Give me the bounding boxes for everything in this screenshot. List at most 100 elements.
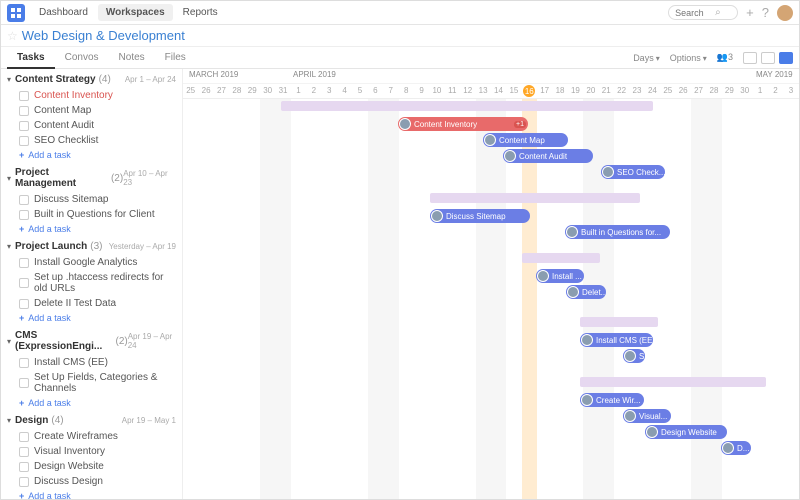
gantt-bar[interactable]: D...	[721, 441, 751, 455]
checkbox[interactable]	[19, 447, 29, 457]
app-logo[interactable]	[7, 4, 25, 22]
gantt-bar[interactable]: Discuss Sitemap	[430, 209, 530, 223]
task-row[interactable]: Discuss Sitemap	[1, 192, 182, 207]
view-gantt-icon[interactable]	[779, 52, 793, 64]
checkbox[interactable]	[19, 462, 29, 472]
gantt-bar[interactable]: Content Map	[483, 133, 568, 147]
gantt-bar[interactable]: Delet...	[566, 285, 606, 299]
bar-label: Visual...	[639, 412, 667, 421]
task-label: Discuss Design	[34, 476, 103, 487]
task-row[interactable]: Install CMS (EE)	[1, 355, 182, 370]
task-row[interactable]: Content Map	[1, 103, 182, 118]
tab-files[interactable]: Files	[155, 48, 196, 68]
add-task-button[interactable]: Add a task	[1, 311, 182, 327]
task-row[interactable]: Create Wireframes	[1, 429, 182, 444]
task-row[interactable]: Visual Inventory	[1, 444, 182, 459]
gantt-bar[interactable]: Built in Questions for...	[565, 225, 670, 239]
tab-convos[interactable]: Convos	[55, 48, 109, 68]
help-icon[interactable]: ?	[762, 5, 769, 20]
checkbox[interactable]	[19, 358, 29, 368]
tab-bar: TasksConvosNotesFiles Days▾ Options▾ 👥3	[1, 47, 799, 69]
day-cell: 28	[229, 84, 244, 97]
task-row[interactable]: Discuss Design	[1, 474, 182, 489]
gantt-bar[interactable]: Install ...	[536, 269, 584, 283]
checkbox[interactable]	[19, 121, 29, 131]
add-task-button[interactable]: Add a task	[1, 396, 182, 412]
checkbox[interactable]	[19, 91, 29, 101]
bar-label: Content Audit	[519, 152, 567, 161]
gantt-bar[interactable]	[580, 377, 766, 387]
day-cell: 10	[429, 84, 444, 97]
checkbox[interactable]	[19, 477, 29, 487]
gantt-bar[interactable]: Content Audit	[503, 149, 593, 163]
gantt-bar[interactable]: SEO Check...	[601, 165, 665, 179]
tab-tasks[interactable]: Tasks	[7, 48, 55, 69]
group-header[interactable]: ▾Project Management(2)Apr 10 – Apr 23	[1, 164, 182, 192]
assignee-avatar	[581, 394, 593, 406]
checkbox[interactable]	[19, 136, 29, 146]
gantt-bar[interactable]: Install CMS (EE)	[580, 333, 653, 347]
group-header[interactable]: ▾Project Launch(3)Yesterday – Apr 19	[1, 238, 182, 255]
checkbox[interactable]	[19, 299, 29, 309]
star-icon[interactable]: ☆	[7, 29, 18, 43]
people-count[interactable]: 👥3	[717, 52, 733, 63]
gantt-bar[interactable]	[522, 253, 600, 263]
tab-notes[interactable]: Notes	[109, 48, 155, 68]
task-row[interactable]: Set up .htaccess redirects for old URLs	[1, 270, 182, 296]
gantt-bar[interactable]: S...	[623, 349, 645, 363]
day-cell: 8	[398, 84, 413, 97]
gantt-bar[interactable]: Content Inventory+1	[398, 117, 528, 131]
chevron-down-icon: ▾	[7, 242, 11, 251]
task-row[interactable]: Content Inventory	[1, 88, 182, 103]
checkbox[interactable]	[19, 195, 29, 205]
options-dropdown[interactable]: Options▾	[670, 53, 707, 63]
task-row[interactable]: Built in Questions for Client	[1, 207, 182, 222]
checkbox[interactable]	[19, 258, 29, 268]
group-header[interactable]: ▾CMS (ExpressionEngi...(2)Apr 19 – Apr 2…	[1, 327, 182, 355]
day-cell: 15	[506, 84, 521, 97]
checkbox[interactable]	[19, 378, 29, 388]
day-cell: 25	[660, 84, 675, 97]
task-row[interactable]: Install Google Analytics	[1, 255, 182, 270]
group-header[interactable]: ▾Design(4)Apr 19 – May 1	[1, 412, 182, 429]
gantt-bar[interactable]	[580, 317, 658, 327]
gantt-body[interactable]: Content Inventory+1 Content Map Content Au…	[183, 99, 799, 499]
checkbox[interactable]	[19, 432, 29, 442]
day-cell: 26	[198, 84, 213, 97]
task-label: Discuss Sitemap	[34, 194, 108, 205]
checkbox[interactable]	[19, 210, 29, 220]
add-task-button[interactable]: Add a task	[1, 489, 182, 499]
view-board-icon[interactable]	[761, 52, 775, 64]
gantt-bar[interactable]	[430, 193, 640, 203]
search-box[interactable]: ⌕	[668, 5, 738, 20]
gantt-bar[interactable]: Visual...	[623, 409, 671, 423]
gantt-bar[interactable]	[281, 101, 653, 111]
checkbox[interactable]	[19, 278, 29, 288]
day-cell: 18	[552, 84, 567, 97]
view-list-icon[interactable]	[743, 52, 757, 64]
gantt-bar[interactable]: Design Website	[645, 425, 727, 439]
days-dropdown[interactable]: Days▾	[633, 53, 660, 63]
nav-workspaces[interactable]: Workspaces	[98, 4, 173, 21]
nav-reports[interactable]: Reports	[175, 4, 226, 21]
task-row[interactable]: SEO Checklist	[1, 133, 182, 148]
task-row[interactable]: Delete II Test Data	[1, 296, 182, 311]
add-icon[interactable]: +	[746, 5, 754, 20]
day-cell: 30	[260, 84, 275, 97]
bar-label: Design Website	[661, 428, 717, 437]
assignee-avatar	[484, 134, 496, 146]
gantt-bar[interactable]: Create Wir...	[580, 393, 644, 407]
user-avatar[interactable]	[777, 5, 793, 21]
month-label: MARCH 2019	[189, 70, 238, 79]
nav-dashboard[interactable]: Dashboard	[31, 4, 96, 21]
group-header[interactable]: ▾Content Strategy(4)Apr 1 – Apr 24	[1, 71, 182, 88]
search-input[interactable]	[675, 8, 715, 18]
bar-label: Install CMS (EE)	[596, 336, 653, 345]
task-row[interactable]: Design Website	[1, 459, 182, 474]
add-task-button[interactable]: Add a task	[1, 148, 182, 164]
task-row[interactable]: Content Audit	[1, 118, 182, 133]
add-task-button[interactable]: Add a task	[1, 222, 182, 238]
task-row[interactable]: Set Up Fields, Categories & Channels	[1, 370, 182, 396]
checkbox[interactable]	[19, 106, 29, 116]
task-label: Install CMS (EE)	[34, 357, 108, 368]
